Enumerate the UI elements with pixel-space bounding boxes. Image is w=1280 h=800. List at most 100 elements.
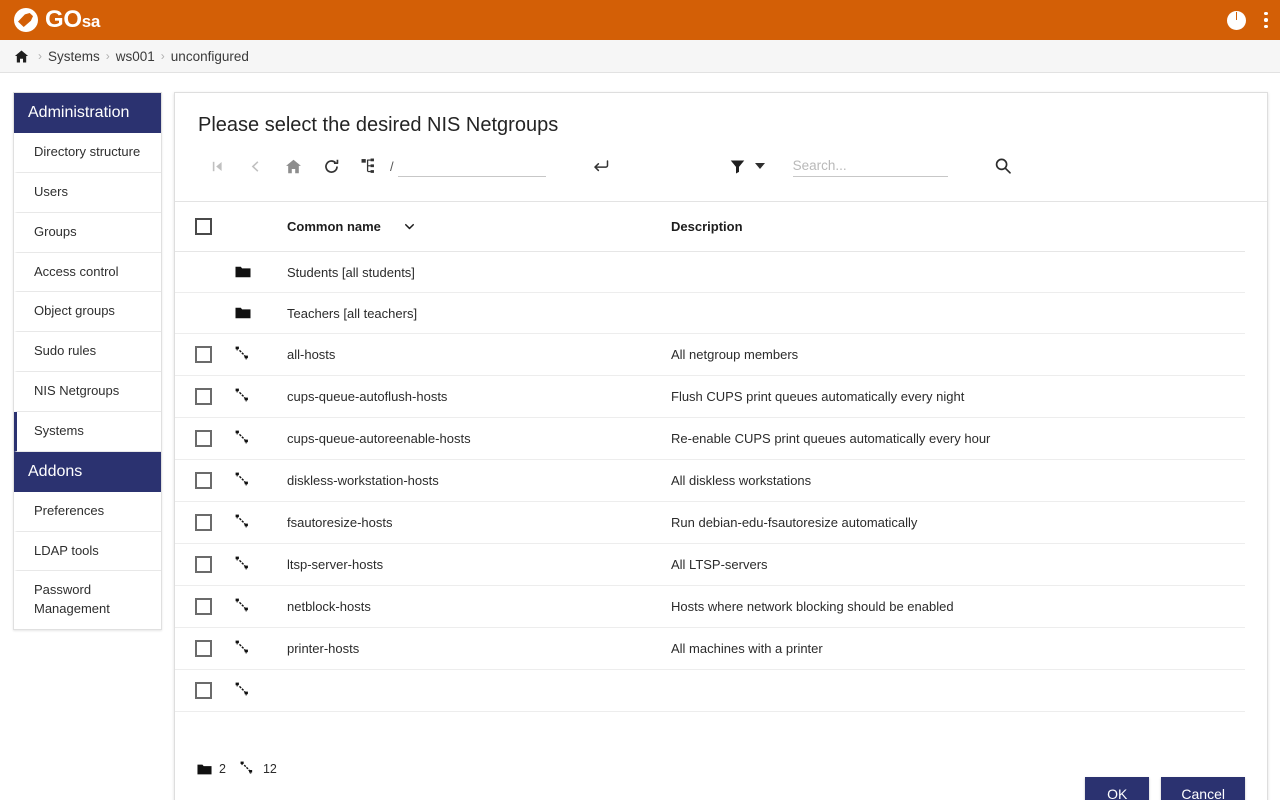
row-checkbox[interactable]	[195, 388, 212, 405]
logo-go: GO	[45, 6, 82, 33]
table-row[interactable]: fsautoresize-hosts Run debian-edu-fsauto…	[175, 502, 1245, 544]
row-description: Hosts where network blocking should be e…	[671, 586, 1245, 628]
dialog-actions: OK Cancel	[1085, 755, 1245, 800]
gosa-logo-icon	[14, 8, 38, 32]
folder-icon	[235, 264, 287, 280]
description-header[interactable]: Description	[671, 202, 1245, 252]
kebab-menu-icon[interactable]	[1264, 12, 1268, 29]
row-checkbox[interactable]	[195, 430, 212, 447]
chevron-down-icon[interactable]	[755, 163, 765, 169]
table-row[interactable]: Students [all students]	[175, 252, 1245, 293]
sidebar: Administration Directory structure Users…	[13, 92, 162, 630]
select-all-header	[175, 202, 235, 252]
ok-button[interactable]: OK	[1085, 777, 1149, 800]
page-title: Please select the desired NIS Netgroups	[175, 93, 1267, 153]
row-name[interactable]: diskless-workstation-hosts	[287, 460, 671, 502]
netgroup-table: Common name Description	[175, 202, 1245, 712]
path-input[interactable]	[398, 155, 546, 177]
row-checkbox[interactable]	[195, 472, 212, 489]
sidebar-item-systems[interactable]: Systems	[14, 412, 161, 452]
breadcrumb-item-ws001[interactable]: ws001	[116, 49, 155, 64]
table-row[interactable]	[175, 670, 1245, 712]
row-icon-cell	[235, 293, 287, 334]
select-all-checkbox[interactable]	[195, 218, 212, 235]
list-toolbar: /	[175, 153, 1267, 201]
sidebar-item-ldap-tools[interactable]: LDAP tools	[14, 532, 161, 572]
table-row[interactable]: ltsp-server-hosts All LTSP-servers	[175, 544, 1245, 586]
table-row[interactable]: cups-queue-autoreenable-hosts Re-enable …	[175, 418, 1245, 460]
sidebar-item-nis-netgroups[interactable]: NIS Netgroups	[14, 372, 161, 412]
row-checkbox[interactable]	[195, 682, 212, 699]
breadcrumb-item-unconfigured[interactable]: unconfigured	[171, 49, 249, 64]
common-name-header-label: Common name	[287, 219, 381, 234]
breadcrumb-item-systems[interactable]: Systems	[48, 49, 100, 64]
sidebar-item-groups[interactable]: Groups	[14, 213, 161, 253]
sidebar-item-object-groups[interactable]: Object groups	[14, 292, 161, 332]
row-select-cell	[175, 334, 235, 376]
row-checkbox[interactable]	[195, 346, 212, 363]
table-row[interactable]: printer-hosts All machines with a printe…	[175, 628, 1245, 670]
sidebar-item-sudo-rules[interactable]: Sudo rules	[14, 332, 161, 372]
breadcrumb-separator: ›	[38, 49, 42, 63]
sitemap-icon[interactable]	[350, 153, 388, 179]
row-name[interactable]: Teachers [all teachers]	[287, 293, 671, 334]
row-name[interactable]: Students [all students]	[287, 252, 671, 293]
search-control	[793, 155, 1012, 177]
row-checkbox[interactable]	[195, 556, 212, 573]
sidebar-item-access-control[interactable]: Access control	[14, 253, 161, 293]
enter-arrow-icon[interactable]	[592, 157, 610, 175]
cancel-button[interactable]: Cancel	[1161, 777, 1245, 800]
row-name[interactable]: cups-queue-autoflush-hosts	[287, 376, 671, 418]
user-avatar-icon[interactable]	[1227, 11, 1246, 30]
sidebar-item-password-management[interactable]: Password Management	[14, 571, 161, 629]
table-row[interactable]: Teachers [all teachers]	[175, 293, 1245, 334]
netgroup-icon	[240, 761, 256, 777]
description-header-label: Description	[671, 219, 743, 234]
row-name[interactable]: ltsp-server-hosts	[287, 544, 671, 586]
row-icon-cell	[235, 418, 287, 460]
netgroup-count-value: 12	[263, 762, 277, 776]
common-name-header[interactable]: Common name	[287, 202, 671, 252]
row-select-cell	[175, 293, 235, 334]
previous-page-icon[interactable]	[236, 153, 274, 179]
row-select-cell	[175, 502, 235, 544]
row-name[interactable]: cups-queue-autoreenable-hosts	[287, 418, 671, 460]
row-select-cell	[175, 670, 235, 712]
netgroup-icon	[235, 556, 287, 573]
filter-control[interactable]	[730, 159, 765, 174]
row-name[interactable]	[287, 670, 671, 712]
filter-funnel-icon[interactable]	[730, 159, 745, 174]
breadcrumb: › Systems › ws001 › unconfigured	[0, 40, 1280, 73]
row-name[interactable]: printer-hosts	[287, 628, 671, 670]
search-input[interactable]	[793, 155, 948, 177]
chevron-down-icon[interactable]	[403, 220, 416, 233]
row-checkbox[interactable]	[195, 598, 212, 615]
first-page-icon[interactable]	[198, 153, 236, 179]
table-body: Students [all students] Teachers [all te…	[175, 252, 1245, 712]
row-name[interactable]: netblock-hosts	[287, 586, 671, 628]
header-actions	[1227, 0, 1268, 40]
netgroup-list[interactable]: Common name Description	[175, 202, 1267, 745]
home-icon[interactable]	[14, 49, 29, 64]
table-row[interactable]: cups-queue-autoflush-hosts Flush CUPS pr…	[175, 376, 1245, 418]
magnifier-icon[interactable]	[994, 157, 1012, 175]
row-checkbox[interactable]	[195, 640, 212, 657]
sidebar-item-users[interactable]: Users	[14, 173, 161, 213]
app-logo[interactable]: GOsa	[14, 8, 100, 32]
row-select-cell	[175, 586, 235, 628]
row-name[interactable]: fsautoresize-hosts	[287, 502, 671, 544]
sidebar-item-preferences[interactable]: Preferences	[14, 492, 161, 532]
reload-icon[interactable]	[312, 153, 350, 179]
path-prefix-label: /	[390, 159, 394, 174]
netgroup-icon	[235, 514, 287, 531]
app-header: GOsa	[0, 0, 1280, 40]
table-row[interactable]: all-hosts All netgroup members	[175, 334, 1245, 376]
table-row[interactable]: netblock-hosts Hosts where network block…	[175, 586, 1245, 628]
row-checkbox[interactable]	[195, 514, 212, 531]
row-icon-cell	[235, 460, 287, 502]
row-select-cell	[175, 252, 235, 293]
table-row[interactable]: diskless-workstation-hosts All diskless …	[175, 460, 1245, 502]
sidebar-item-directory-structure[interactable]: Directory structure	[14, 133, 161, 173]
row-name[interactable]: all-hosts	[287, 334, 671, 376]
home-icon[interactable]	[274, 153, 312, 179]
